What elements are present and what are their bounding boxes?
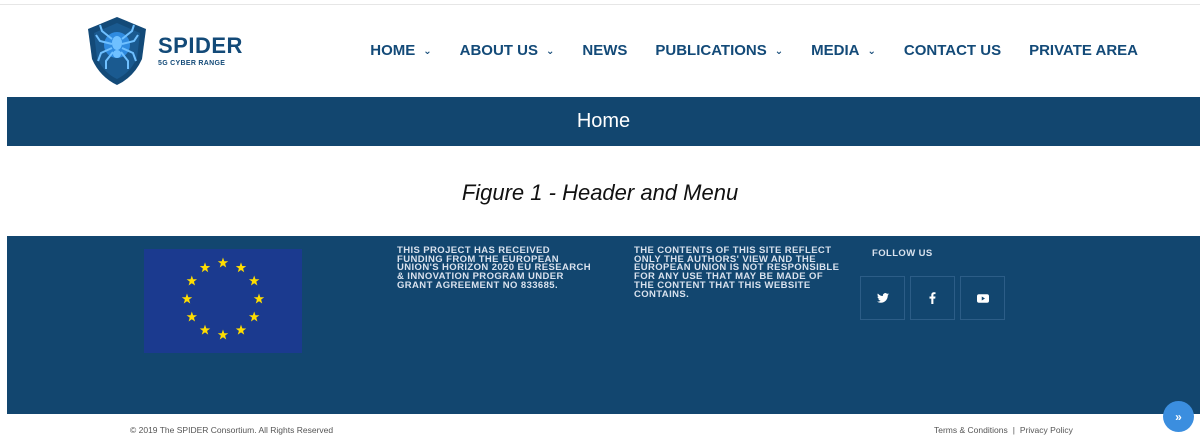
- nav-news[interactable]: NEWS: [582, 42, 627, 59]
- copyright-text: © 2019 The SPIDER Consortium. All Rights…: [130, 425, 334, 435]
- site-header: SPIDER 5G CYBER RANGE HOME ⌄ ABOUT US ⌄ …: [0, 5, 1200, 96]
- nav-publications[interactable]: PUBLICATIONS ⌄: [655, 42, 783, 59]
- youtube-link[interactable]: [960, 276, 1005, 320]
- facebook-icon: [929, 292, 936, 304]
- site-footer: THIS PROJECT HAS RECEIVED FUNDING FROM T…: [7, 236, 1200, 414]
- double-chevron-up-icon: »: [1175, 409, 1182, 424]
- eu-star-icon: [248, 311, 260, 322]
- eu-stars-icon: [181, 257, 265, 340]
- terms-link[interactable]: Terms & Conditions: [934, 425, 1008, 435]
- privacy-link[interactable]: Privacy Policy: [1020, 425, 1073, 435]
- site-logo[interactable]: SPIDER 5G CYBER RANGE: [84, 15, 243, 87]
- social-links: [860, 276, 1005, 320]
- nav-private-area[interactable]: PRIVATE AREA: [1029, 42, 1138, 59]
- eu-star-icon: [217, 257, 229, 268]
- funding-notice: THIS PROJECT HAS RECEIVED FUNDING FROM T…: [397, 245, 592, 291]
- chevron-down-icon: ⌄: [545, 46, 555, 57]
- page-title: Home: [576, 110, 631, 132]
- nav-media[interactable]: MEDIA ⌄: [811, 42, 876, 59]
- logo-subtitle: 5G CYBER RANGE: [158, 60, 226, 67]
- main-menu: HOME ⌄ ABOUT US ⌄ NEWS PUBLICATIONS ⌄ ME…: [342, 42, 1138, 59]
- eu-star-icon: [186, 311, 198, 322]
- eu-star-icon: [235, 262, 247, 273]
- nav-private-area-label: PRIVATE AREA: [1029, 42, 1138, 59]
- legal-links: Terms & Conditions | Privacy Policy: [934, 425, 1073, 435]
- youtube-icon: [976, 293, 989, 303]
- page-title-banner: Home: [7, 97, 1200, 146]
- bottom-bar: © 2019 The SPIDER Consortium. All Rights…: [0, 414, 1200, 435]
- scroll-to-top-button[interactable]: »: [1163, 401, 1194, 432]
- legal-separator: |: [1012, 425, 1015, 435]
- follow-us-heading: FOLLOW US: [872, 248, 933, 259]
- eu-star-icon: [253, 293, 265, 304]
- figure-caption: Figure 1 - Header and Menu: [461, 180, 739, 205]
- logo-title: SPIDER: [158, 33, 243, 58]
- nav-about-us[interactable]: ABOUT US ⌄: [460, 42, 555, 59]
- twitter-icon: [876, 293, 889, 303]
- nav-about-us-label: ABOUT US: [459, 42, 538, 59]
- eu-star-icon: [217, 329, 229, 340]
- eu-star-icon: [248, 275, 260, 286]
- nav-contact-us-label: CONTACT US: [903, 42, 1002, 59]
- nav-publications-label: PUBLICATIONS: [655, 42, 767, 59]
- eu-star-icon: [199, 324, 211, 335]
- eu-star-icon: [181, 293, 193, 304]
- spider-shield-icon: [88, 17, 146, 85]
- nav-home[interactable]: HOME ⌄: [370, 42, 431, 59]
- nav-home-label: HOME: [370, 42, 416, 59]
- nav-news-label: NEWS: [582, 42, 628, 59]
- chevron-down-icon: ⌄: [774, 46, 784, 57]
- eu-star-icon: [199, 262, 211, 273]
- eu-flag-image: [144, 249, 302, 353]
- chevron-down-icon: ⌄: [423, 46, 432, 57]
- disclaimer-notice: THE CONTENTS OF THIS SITE REFLECT ONLY T…: [634, 245, 840, 300]
- nav-contact-us[interactable]: CONTACT US: [904, 42, 1001, 59]
- nav-media-label: MEDIA: [811, 42, 860, 59]
- chevron-down-icon: ⌄: [867, 46, 876, 57]
- eu-star-icon: [186, 275, 198, 286]
- facebook-link[interactable]: [910, 276, 955, 320]
- twitter-link[interactable]: [860, 276, 905, 320]
- eu-star-icon: [235, 324, 247, 335]
